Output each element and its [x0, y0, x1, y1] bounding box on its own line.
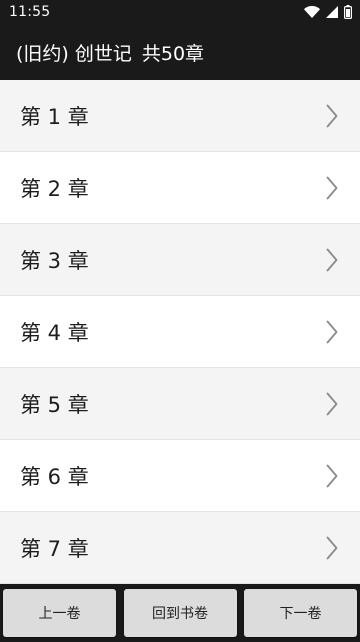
- chapter-label: 第 6 章: [20, 464, 89, 489]
- back-to-books-button[interactable]: 回到书卷: [123, 589, 237, 637]
- chevron-right-icon: [326, 392, 338, 416]
- chapter-item[interactable]: 第 4 章: [0, 296, 360, 368]
- wifi-icon: [304, 6, 320, 18]
- chapter-label: 第 4 章: [20, 320, 89, 345]
- prev-book-button[interactable]: 上一卷: [3, 589, 116, 637]
- chapter-label: 第 2 章: [20, 176, 89, 201]
- app-bar: (旧约) 创世记 共50章: [0, 24, 360, 80]
- chapter-label: 第 7 章: [20, 536, 89, 561]
- chevron-right-icon: [326, 176, 338, 200]
- chevron-right-icon: [326, 464, 338, 488]
- status-icons: [304, 5, 352, 19]
- chapter-label: 第 3 章: [20, 248, 89, 273]
- chapter-label: 第 5 章: [20, 392, 89, 417]
- status-bar: 11:55: [0, 0, 360, 24]
- chapter-item[interactable]: 第 7 章: [0, 512, 360, 584]
- chapter-item[interactable]: 第 2 章: [0, 152, 360, 224]
- status-time: 11:55: [9, 4, 51, 20]
- bottom-bar: 上一卷 回到书卷 下一卷: [0, 584, 360, 642]
- chapter-item[interactable]: 第 1 章: [0, 80, 360, 152]
- chapter-list: 第 1 章第 2 章第 3 章第 4 章第 5 章第 6 章第 7 章: [0, 80, 360, 584]
- book-title: (旧约) 创世记: [16, 42, 132, 65]
- chapter-count: 共50章: [141, 42, 205, 65]
- chapter-item[interactable]: 第 6 章: [0, 440, 360, 512]
- chapter-label: 第 1 章: [20, 104, 89, 129]
- chevron-right-icon: [326, 536, 338, 560]
- chevron-right-icon: [326, 248, 338, 272]
- chapter-item[interactable]: 第 3 章: [0, 224, 360, 296]
- chevron-right-icon: [326, 320, 338, 344]
- chapter-item[interactable]: 第 5 章: [0, 368, 360, 440]
- battery-icon: [344, 5, 352, 19]
- next-book-button[interactable]: 下一卷: [244, 589, 357, 637]
- signal-icon: [326, 6, 338, 18]
- chevron-right-icon: [326, 104, 338, 128]
